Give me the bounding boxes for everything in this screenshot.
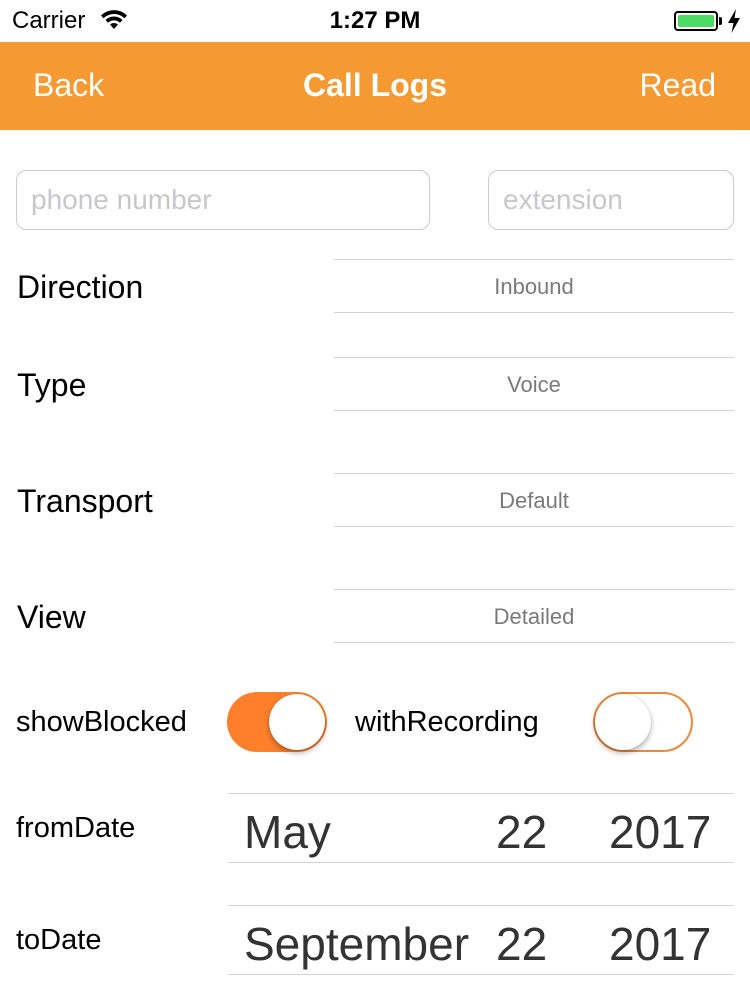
extension-input[interactable] (488, 170, 734, 230)
transport-picker[interactable]: Default (334, 488, 734, 514)
transport-label: Transport (17, 483, 153, 519)
to-date-day[interactable]: 22 (496, 917, 547, 971)
from-date-bottom-line (228, 862, 734, 863)
type-label: Type (17, 367, 87, 403)
view-picker[interactable]: Detailed (334, 604, 734, 630)
toggle-knob (595, 694, 651, 750)
show-blocked-label: showBlocked (16, 706, 187, 738)
toggle-knob (269, 694, 325, 750)
direction-label: Direction (17, 269, 144, 305)
transport-picker-top-line (334, 473, 734, 474)
direction-picker[interactable]: Inbound (334, 274, 734, 300)
show-blocked-toggle[interactable] (227, 692, 327, 752)
view-label: View (17, 599, 86, 635)
from-date-day[interactable]: 22 (496, 805, 547, 859)
from-date-top-line (228, 793, 734, 794)
status-bar: Carrier 1:27 PM (0, 0, 750, 42)
from-date-month[interactable]: May (244, 805, 331, 859)
from-date-year[interactable]: 2017 (609, 805, 711, 859)
page-title: Call Logs (302, 67, 447, 103)
read-button[interactable]: Read (640, 67, 717, 104)
transport-picker-bottom-line (334, 526, 734, 527)
type-picker-top-line (334, 357, 734, 358)
battery-tip (719, 17, 722, 25)
navigation-bar: Back Call Logs Read (0, 42, 750, 130)
view-picker-top-line (334, 589, 734, 590)
with-recording-label: withRecording (355, 706, 539, 738)
to-date-month[interactable]: September (244, 917, 469, 971)
type-picker-bottom-line (334, 410, 734, 411)
to-date-top-line (228, 905, 734, 906)
direction-picker-top-line (334, 259, 734, 260)
from-date-label: fromDate (16, 812, 136, 844)
to-date-label: toDate (16, 924, 102, 956)
type-picker[interactable]: Voice (334, 372, 734, 398)
to-date-year[interactable]: 2017 (609, 917, 711, 971)
direction-picker-bottom-line (334, 312, 734, 313)
to-date-bottom-line (228, 974, 734, 975)
charging-bolt-icon (728, 9, 740, 33)
battery-icon (674, 11, 718, 31)
clock: 1:27 PM (329, 7, 421, 34)
phone-number-input[interactable] (16, 170, 430, 230)
view-picker-bottom-line (334, 642, 734, 643)
with-recording-toggle[interactable] (593, 692, 693, 752)
